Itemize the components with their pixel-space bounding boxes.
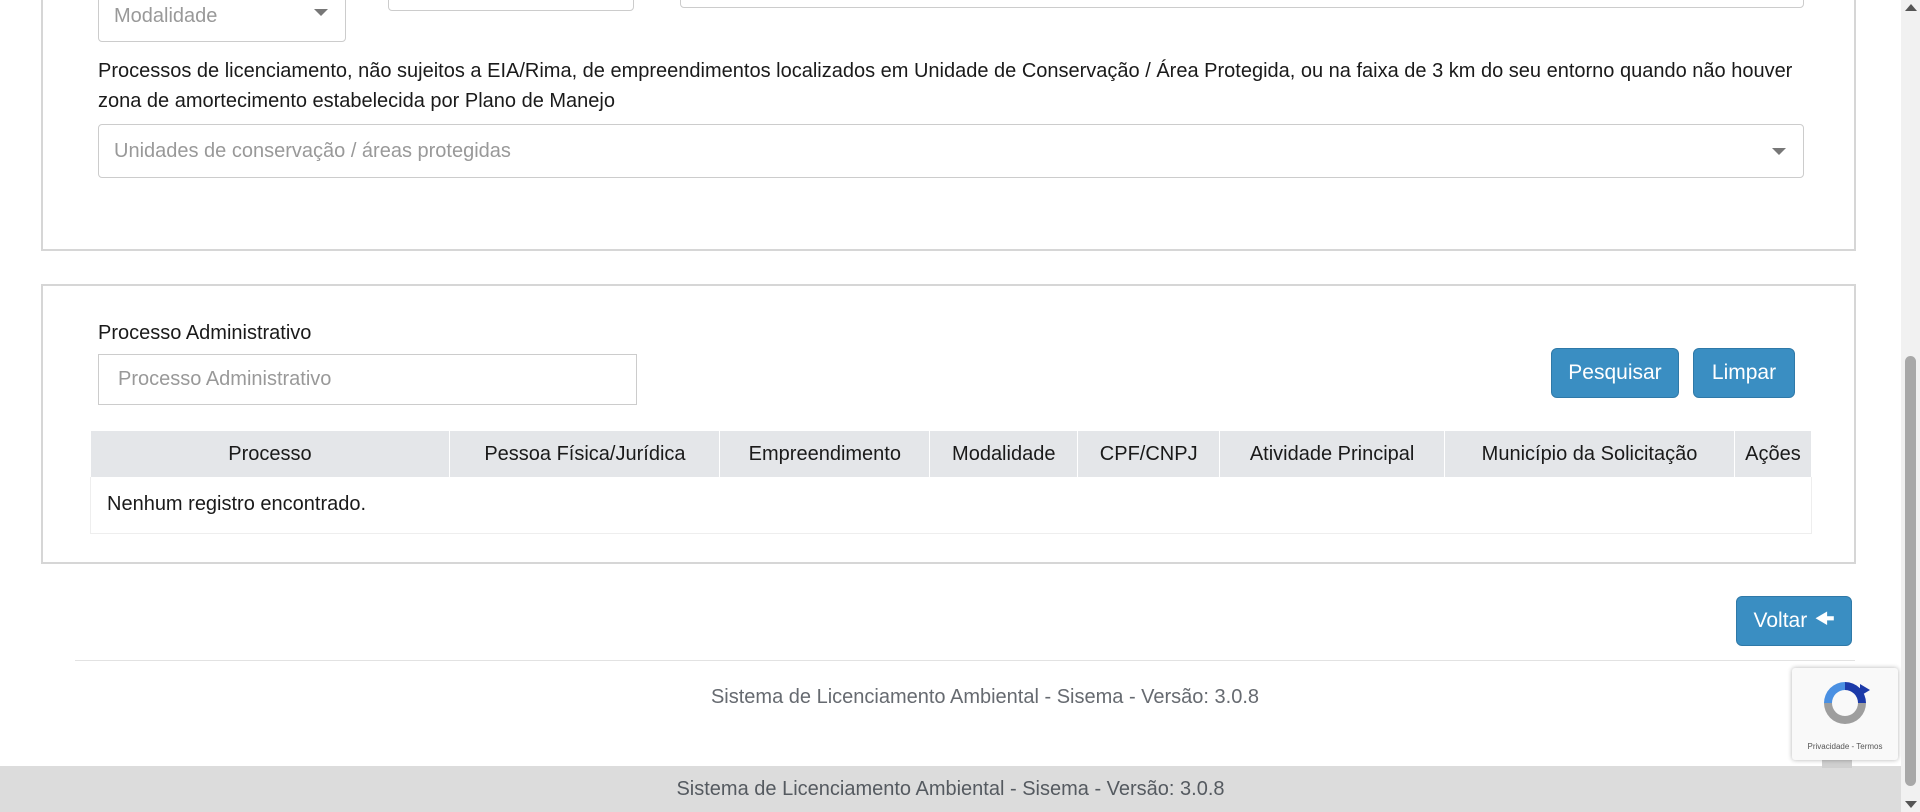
modalidade-placeholder: Modalidade bbox=[114, 4, 218, 27]
uc-select[interactable]: Unidades de conservação / áreas protegid… bbox=[98, 124, 1804, 178]
footer-bar-text: Sistema de Licenciamento Ambiental - Sis… bbox=[676, 778, 1225, 800]
voltar-button[interactable]: Voltar 🠜 bbox=[1736, 596, 1852, 646]
filter-panel: Modalidade Processos de licenciamento, n… bbox=[41, 0, 1856, 251]
column-header-municipio[interactable]: Município da Solicitação bbox=[1444, 431, 1735, 477]
column-header-empreendimento[interactable]: Empreendimento bbox=[719, 431, 931, 477]
column-header-acoes: Ações bbox=[1734, 431, 1813, 477]
scroll-thumb[interactable] bbox=[1905, 356, 1916, 786]
empty-message: Nenhum registro encontrado. bbox=[90, 477, 1812, 534]
chevron-down-icon bbox=[1772, 148, 1786, 155]
footer-bar: Sistema de Licenciamento Ambiental - Sis… bbox=[0, 766, 1901, 812]
recaptcha-links[interactable]: Privacidade - Termos bbox=[1792, 742, 1898, 751]
voltar-label: Voltar bbox=[1753, 609, 1808, 632]
scroll-up-arrow-icon[interactable] bbox=[1905, 4, 1917, 11]
filter-field-partial[interactable] bbox=[388, 0, 634, 11]
uc-placeholder: Unidades de conservação / áreas protegid… bbox=[114, 139, 511, 162]
footer-version-text: Sistema de Licenciamento Ambiental - Sis… bbox=[710, 686, 1260, 708]
chevron-down-icon bbox=[314, 9, 328, 16]
scroll-down-arrow-icon[interactable] bbox=[1905, 801, 1917, 808]
processo-administrativo-input[interactable]: Processo Administrativo bbox=[98, 354, 637, 405]
table-row: Nenhum registro encontrado. bbox=[90, 477, 1812, 534]
column-header-modalidade[interactable]: Modalidade bbox=[929, 431, 1079, 477]
column-header-cpf-cnpj[interactable]: CPF/CNPJ bbox=[1077, 431, 1221, 477]
page-scrollbar[interactable] bbox=[1901, 0, 1920, 812]
results-table: Processo Pessoa Física/Jurídica Empreend… bbox=[90, 431, 1813, 534]
processo-administrativo-placeholder: Processo Administrativo bbox=[118, 368, 332, 390]
column-header-pessoa[interactable]: Pessoa Física/Jurídica bbox=[449, 431, 721, 477]
recaptcha-tab bbox=[1822, 760, 1852, 768]
processo-administrativo-label: Processo Administrativo bbox=[98, 322, 312, 344]
footer-divider bbox=[75, 660, 1855, 661]
recaptcha-logo-icon bbox=[1818, 676, 1872, 732]
results-panel: Processo Administrativo Processo Adminis… bbox=[41, 284, 1856, 564]
column-header-atividade[interactable]: Atividade Principal bbox=[1219, 431, 1446, 477]
arrow-left-icon: 🠜 bbox=[1815, 606, 1835, 631]
modalidade-select[interactable]: Modalidade bbox=[98, 0, 346, 42]
pesquisar-button[interactable]: Pesquisar bbox=[1551, 348, 1679, 398]
table-header-row: Processo Pessoa Física/Jurídica Empreend… bbox=[90, 431, 1813, 477]
column-header-processo[interactable]: Processo bbox=[90, 431, 451, 477]
uc-label: Processos de licenciamento, não sujeitos… bbox=[98, 60, 1793, 112]
recaptcha-badge[interactable]: Privacidade - Termos bbox=[1792, 668, 1898, 760]
limpar-button[interactable]: Limpar bbox=[1693, 348, 1795, 398]
filter-field-wide-partial[interactable] bbox=[680, 0, 1804, 8]
